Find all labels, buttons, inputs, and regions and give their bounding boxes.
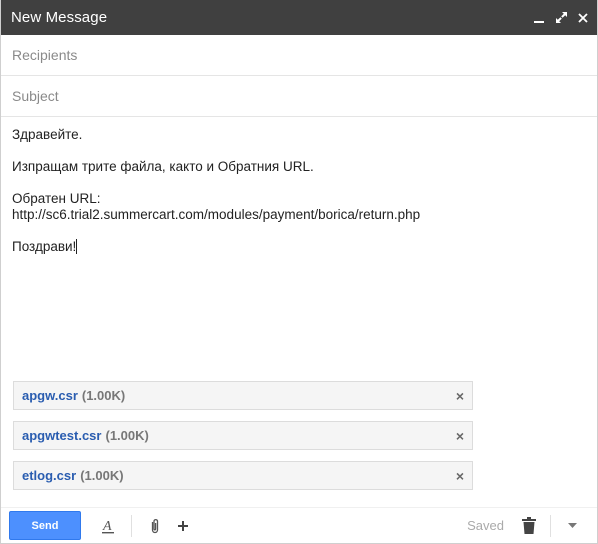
- text-formatting-icon[interactable]: A: [97, 514, 119, 538]
- body-url-label: Обратен URL:: [12, 191, 101, 206]
- minimize-icon[interactable]: [533, 11, 545, 25]
- popout-icon[interactable]: [555, 11, 567, 25]
- subject-field[interactable]: Subject: [1, 76, 597, 117]
- compose-title: New Message: [11, 9, 108, 26]
- attachment-size: (1.00K): [81, 388, 126, 403]
- attachment-size: (1.00K): [105, 428, 149, 443]
- body-line-files: Изпращам трите файла, както и Обратния U…: [12, 159, 314, 174]
- window-controls: [533, 11, 589, 25]
- remove-attachment-icon[interactable]: ×: [456, 388, 464, 404]
- plus-icon[interactable]: [172, 514, 194, 538]
- recipients-field[interactable]: Recipients: [1, 35, 597, 76]
- saved-status: Saved: [467, 518, 504, 533]
- recipients-placeholder: Recipients: [12, 47, 78, 63]
- remove-attachment-icon[interactable]: ×: [456, 428, 464, 444]
- compose-window: New Message Recipients Subject Здравейте…: [0, 0, 598, 544]
- remove-attachment-icon[interactable]: ×: [456, 468, 464, 484]
- attachment-name[interactable]: apgwtest.csr: [22, 428, 101, 443]
- attachment-name[interactable]: etlog.csr: [22, 468, 76, 483]
- body-signoff-line: Поздрави!: [12, 239, 586, 255]
- toolbar-divider: [131, 514, 132, 537]
- message-body[interactable]: Здравейте. Изпращам трите файла, както и…: [1, 117, 597, 363]
- send-button[interactable]: Send: [9, 511, 81, 540]
- attachment-chip[interactable]: apgwtest.csr (1.00K) ×: [13, 421, 473, 450]
- paperclip-icon[interactable]: [144, 514, 166, 538]
- svg-text:A: A: [102, 519, 112, 534]
- attachment-chip[interactable]: etlog.csr (1.00K) ×: [13, 461, 473, 490]
- text-cursor: [76, 239, 78, 254]
- compose-toolbar: Send A Saved: [1, 507, 597, 543]
- trash-icon[interactable]: [518, 514, 540, 538]
- attachment-name[interactable]: apgw.csr: [22, 388, 78, 403]
- compose-titlebar[interactable]: New Message: [1, 0, 597, 35]
- body-url: http://sc6.trial2.summercart.com/modules…: [12, 207, 421, 222]
- body-greeting: Здравейте.: [12, 127, 83, 142]
- attachment-size: (1.00K): [80, 468, 124, 483]
- close-icon[interactable]: [577, 11, 589, 25]
- body-url-block: Обратен URL: http://sc6.trial2.summercar…: [12, 191, 586, 223]
- body-signoff: Поздрави!: [12, 239, 77, 254]
- attachment-chip[interactable]: apgw.csr (1.00K) ×: [13, 381, 473, 410]
- dropdown-arrow-icon[interactable]: [561, 514, 583, 538]
- subject-placeholder: Subject: [12, 88, 59, 104]
- attachments-list: apgw.csr (1.00K) × apgwtest.csr (1.00K) …: [13, 381, 473, 501]
- toolbar-divider: [550, 514, 551, 537]
